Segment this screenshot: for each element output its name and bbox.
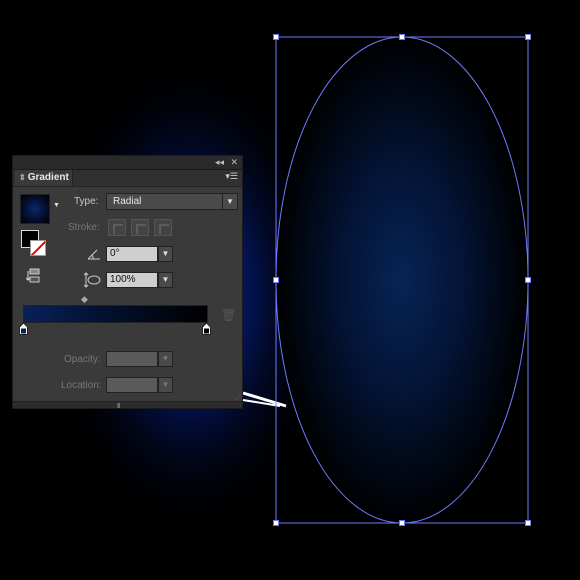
location-input[interactable] (106, 377, 158, 393)
gradient-stop-left[interactable] (19, 323, 28, 335)
angle-icon (87, 249, 100, 260)
angle-dropdown[interactable]: ▼ (158, 246, 173, 262)
panel-title-bar[interactable]: ◂◂ ✕ (13, 156, 242, 170)
handle-top-center[interactable] (399, 34, 405, 40)
handle-top-right[interactable] (525, 34, 531, 40)
opacity-dropdown[interactable]: ▼ (158, 351, 173, 367)
handle-middle-right[interactable] (525, 277, 531, 283)
stroke-within-button[interactable] (108, 219, 126, 236)
opacity-label: Opacity: (64, 354, 101, 365)
panel-menu-icon[interactable]: ▾☰ (225, 171, 238, 182)
stroke-label: Stroke: (68, 222, 100, 233)
panel-footer: |||||||| (13, 401, 242, 409)
stroke-across-button[interactable] (154, 219, 172, 236)
chevron-down-icon: ▼ (222, 194, 237, 209)
tab-gradient[interactable]: ⇕ Gradient (15, 170, 73, 186)
handle-top-left[interactable] (273, 34, 279, 40)
close-icon[interactable]: ✕ (230, 156, 238, 169)
opacity-input[interactable] (106, 351, 158, 367)
midpoint-diamond-icon[interactable]: ◆ (81, 294, 88, 305)
handle-bottom-left[interactable] (273, 520, 279, 526)
gradient-slider-bar[interactable] (23, 305, 208, 323)
tab-expand-icon[interactable]: ⇕ (19, 173, 26, 182)
gradient-oval[interactable] (275, 36, 529, 524)
location-dropdown[interactable]: ▼ (158, 377, 173, 393)
type-label: Type: (74, 196, 99, 207)
reverse-gradient-icon[interactable] (26, 268, 42, 284)
double-chevron-left-icon[interactable]: ◂◂ (215, 156, 224, 169)
handle-bottom-center[interactable] (399, 520, 405, 526)
none-slash-icon (31, 241, 45, 255)
gradient-preset-dropdown-icon[interactable]: ▼ (53, 202, 60, 209)
stroke-along-button[interactable] (131, 219, 149, 236)
location-label: Location: (61, 380, 102, 391)
aspect-ratio-icon (84, 272, 101, 288)
tab-gradient-label: Gradient (27, 172, 69, 183)
trash-icon[interactable]: 🗑 (221, 308, 236, 322)
panel-tab-bar: ⇕ Gradient ▾☰ (13, 170, 242, 187)
gradient-stop-right[interactable] (202, 323, 211, 335)
resize-grip-icon[interactable]: ⋰ (235, 394, 241, 401)
aspect-ratio-dropdown[interactable]: ▼ (158, 272, 173, 288)
panel-grip-icon[interactable]: |||||||| (117, 403, 121, 409)
handle-bottom-right[interactable] (525, 520, 531, 526)
gradient-preview-swatch[interactable] (20, 194, 50, 224)
angle-input[interactable]: 0° (106, 246, 158, 262)
aspect-ratio-input[interactable]: 100% (106, 272, 158, 288)
type-select-value: Radial (113, 196, 142, 207)
handle-middle-left[interactable] (273, 277, 279, 283)
gradient-panel: ◂◂ ✕ ⇕ Gradient ▾☰ ▼ Type: Radial ▼ Strok… (12, 155, 243, 409)
type-select[interactable]: Radial ▼ (106, 193, 238, 210)
stroke-none-box[interactable] (30, 240, 46, 256)
